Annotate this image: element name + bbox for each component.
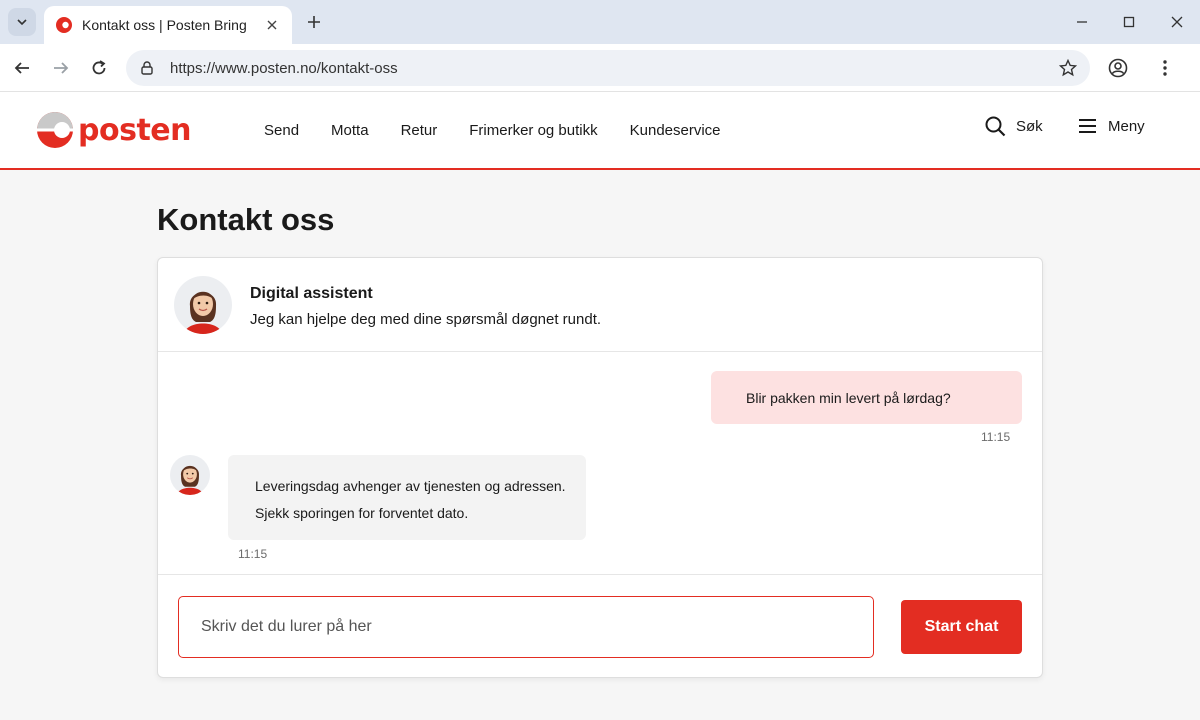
bot-message-bubble: Leveringsdag avhenger av tjenesten og ad… <box>228 455 586 540</box>
profile-button[interactable] <box>1104 54 1132 82</box>
maximize-button[interactable] <box>1117 10 1141 34</box>
tab-close-button[interactable] <box>262 15 282 35</box>
start-chat-button[interactable]: Start chat <box>901 600 1022 654</box>
posten-logo[interactable]: posten <box>36 108 192 152</box>
chevron-down-icon <box>17 19 27 26</box>
bookmark-star-icon[interactable] <box>1058 58 1078 78</box>
minimize-icon <box>1077 21 1087 23</box>
close-icon <box>1171 16 1183 28</box>
back-button[interactable] <box>8 54 36 82</box>
bot-message-line: Sjekk sporingen for forventet dato. <box>255 505 469 521</box>
arrow-right-icon <box>54 62 69 74</box>
menu-label: Meny <box>1108 117 1145 135</box>
bot-message-line: Leveringsdag avhenger av tjenesten og ad… <box>255 478 566 494</box>
logo-text: posten <box>78 112 192 148</box>
nav-motta[interactable]: Motta <box>331 122 369 139</box>
assistant-subtitle: Jeg kan hjelpe deg med dine spørsmål døg… <box>250 311 602 328</box>
assistant-avatar-small <box>170 455 210 495</box>
maximize-icon <box>1123 16 1135 28</box>
nav-send[interactable]: Send <box>264 122 299 139</box>
browser-tab-active[interactable]: Kontakt oss | Posten Bring <box>44 6 292 44</box>
kebab-menu-icon <box>1163 60 1167 76</box>
nav-frimerker-og-butikk[interactable]: Frimerker og butikk <box>469 122 597 139</box>
user-message-bubble: Blir pakken min levert på lørdag? <box>711 371 1022 424</box>
plus-icon <box>308 16 320 28</box>
reload-icon <box>92 60 106 75</box>
window-close-button[interactable] <box>1165 10 1189 34</box>
search-button[interactable]: Søk <box>984 114 1043 138</box>
nav-retur[interactable]: Retur <box>401 122 438 139</box>
forward-button[interactable] <box>47 54 75 82</box>
hamburger-menu-icon <box>1076 115 1098 137</box>
close-icon <box>267 20 277 30</box>
nav-kundeservice[interactable]: Kundeservice <box>630 122 721 139</box>
user-message-text: Blir pakken min levert på lørdag? <box>746 389 951 406</box>
address-bar[interactable]: https://www.posten.no/kontakt-oss <box>126 50 1090 86</box>
search-icon <box>984 115 1006 137</box>
url-text: https://www.posten.no/kontakt-oss <box>170 59 398 77</box>
assistant-name: Digital assistent <box>250 285 373 302</box>
new-tab-button[interactable] <box>302 10 326 34</box>
assistant-avatar <box>174 276 232 334</box>
reload-button[interactable] <box>85 54 113 82</box>
menu-button[interactable]: Meny <box>1076 114 1145 138</box>
page-title: Kontakt oss <box>157 202 335 237</box>
user-message-time: 11:15 <box>981 430 1011 444</box>
search-label: Søk <box>1016 117 1043 135</box>
chat-header: Digital assistent Jeg kan hjelpe deg med… <box>158 258 1042 352</box>
chat-footer: Start chat <box>158 574 1042 677</box>
posten-favicon-icon <box>56 17 72 33</box>
site-info-icon[interactable] <box>138 59 156 77</box>
browser-toolbar: https://www.posten.no/kontakt-oss <box>0 44 1200 92</box>
site-header: posten Send Motta Retur Frimerker og but… <box>0 92 1200 170</box>
arrow-left-icon <box>14 62 29 74</box>
chat-widget: Digital assistent Jeg kan hjelpe deg med… <box>157 257 1043 678</box>
bot-message-time: 11:15 <box>238 547 268 561</box>
chat-input[interactable] <box>178 596 874 658</box>
minimize-button[interactable] <box>1070 10 1094 34</box>
browser-menu-button[interactable] <box>1151 54 1179 82</box>
tab-search-button[interactable] <box>8 8 36 36</box>
browser-tab-bar: Kontakt oss | Posten Bring <box>0 0 1200 44</box>
main-nav: Send Motta Retur Frimerker og butikk Kun… <box>264 122 753 139</box>
profile-icon <box>1108 58 1128 78</box>
tab-title: Kontakt oss | Posten Bring <box>82 17 247 33</box>
posten-logo-icon <box>37 112 73 148</box>
